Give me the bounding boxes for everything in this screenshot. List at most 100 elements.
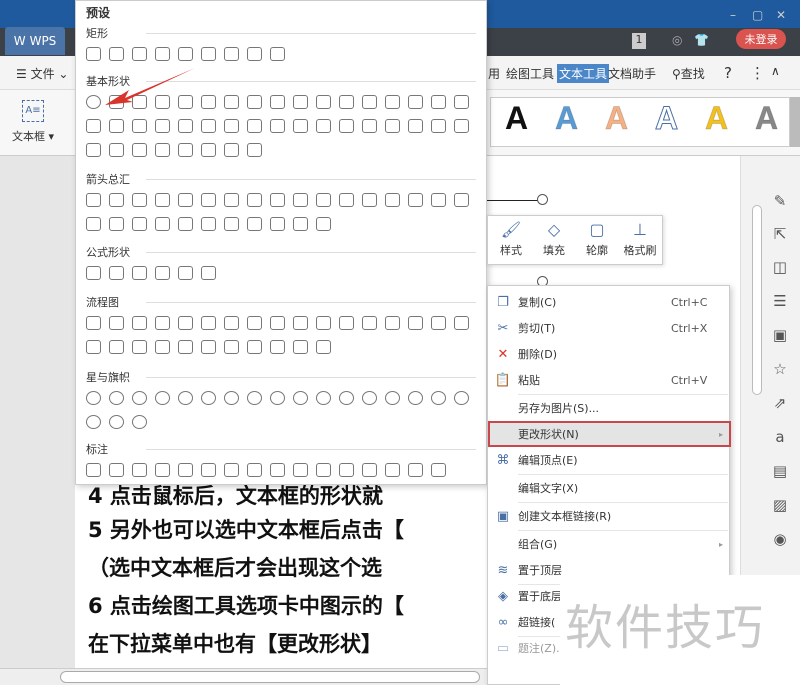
shape-option[interactable] [247, 193, 262, 207]
shirt-icon[interactable]: 👕 [694, 33, 709, 47]
shape-option[interactable] [132, 217, 147, 231]
shape-option[interactable] [408, 463, 423, 477]
shape-option[interactable] [109, 119, 124, 133]
shape-option[interactable] [86, 415, 101, 429]
shape-option[interactable] [247, 143, 262, 157]
shape-option[interactable] [454, 316, 469, 330]
shape-option[interactable] [132, 340, 147, 354]
tab-partial[interactable]: 用 [488, 65, 500, 82]
shape-option[interactable] [316, 463, 331, 477]
translate-icon[interactable]: a [770, 428, 790, 448]
text-style-preset[interactable]: A [704, 100, 728, 137]
context-menu-item[interactable]: ▣ 创建文本框链接(R) [488, 503, 731, 529]
shape-option[interactable] [155, 340, 170, 354]
shape-option[interactable] [339, 463, 354, 477]
format-painter-button[interactable]: ⊥ 格式刷 [619, 220, 661, 258]
image-icon[interactable]: ▣ [770, 326, 790, 346]
shape-option[interactable] [201, 193, 216, 207]
text-style-preset[interactable]: A [554, 100, 578, 137]
shape-option[interactable] [293, 340, 308, 354]
shape-option[interactable] [362, 316, 377, 330]
shape-option[interactable] [109, 266, 124, 280]
shape-option[interactable] [224, 391, 239, 405]
shape-option[interactable] [247, 119, 262, 133]
shape-option[interactable] [408, 119, 423, 133]
shape-option[interactable] [431, 316, 446, 330]
shape-option[interactable] [86, 316, 101, 330]
textbox-button[interactable]: 文本框 ▾ [12, 128, 54, 144]
share-icon[interactable]: ⇗ [770, 394, 790, 414]
shape-option[interactable] [270, 316, 285, 330]
shape-option[interactable] [155, 193, 170, 207]
shape-option[interactable] [224, 95, 239, 109]
gallery-scroll[interactable] [790, 97, 800, 147]
shape-option[interactable] [178, 391, 193, 405]
shape-option[interactable] [201, 143, 216, 157]
shape-option[interactable] [224, 193, 239, 207]
shape-option[interactable] [86, 340, 101, 354]
shape-option[interactable] [316, 193, 331, 207]
context-menu-item[interactable]: ✂ 剪切(T) Ctrl+X [488, 315, 731, 341]
shape-option[interactable] [132, 193, 147, 207]
shape-option[interactable] [408, 391, 423, 405]
file-menu[interactable]: ☰ 文件 ⌄ [16, 65, 68, 82]
shape-option[interactable] [178, 143, 193, 157]
shape-option[interactable] [201, 47, 216, 61]
tab-doc-assistant[interactable]: 文档助手 [608, 65, 656, 82]
shape-option[interactable] [293, 119, 308, 133]
close-button[interactable]: ✕ [776, 8, 786, 22]
shape-option[interactable] [293, 95, 308, 109]
context-menu-item[interactable]: 📋 粘贴 Ctrl+V [488, 367, 731, 393]
shape-option[interactable] [109, 47, 124, 61]
shape-option[interactable] [316, 391, 331, 405]
context-menu-item[interactable]: ✕ 删除(D) [488, 341, 731, 367]
shape-option[interactable] [109, 463, 124, 477]
shape-option[interactable] [431, 391, 446, 405]
brush-button[interactable]: 🖌 样式 [490, 220, 532, 258]
text-style-preset[interactable]: A [604, 100, 628, 137]
shape-option[interactable] [339, 119, 354, 133]
shape-option[interactable] [201, 217, 216, 231]
text-style-preset[interactable]: A [754, 100, 778, 137]
shape-option[interactable] [316, 119, 331, 133]
shape-option[interactable] [385, 95, 400, 109]
shape-option[interactable] [454, 391, 469, 405]
picture-icon[interactable]: ▨ [770, 496, 790, 516]
tab-drawing-tools[interactable]: 绘图工具 [506, 65, 554, 82]
more-button[interactable]: ⋮ [750, 64, 765, 82]
context-menu-item[interactable]: 更改形状(N) ▸ [488, 421, 731, 447]
shape-option[interactable] [339, 95, 354, 109]
skin-icon[interactable]: ◎ [672, 33, 682, 47]
shape-option[interactable] [316, 217, 331, 231]
shape-option[interactable] [86, 391, 101, 405]
shape-option[interactable] [224, 463, 239, 477]
shape-option[interactable] [86, 266, 101, 280]
shape-option[interactable] [155, 217, 170, 231]
shape-option[interactable] [109, 193, 124, 207]
shape-option[interactable] [86, 47, 101, 61]
shape-option[interactable] [224, 47, 239, 61]
tab-text-tools[interactable]: 文本工具 [557, 64, 610, 83]
shape-option[interactable] [224, 340, 239, 354]
shape-option[interactable] [247, 463, 262, 477]
shape-option[interactable] [385, 119, 400, 133]
shape-option[interactable] [201, 463, 216, 477]
shape-option[interactable] [454, 119, 469, 133]
shape-option[interactable] [178, 316, 193, 330]
shape-option[interactable] [270, 95, 285, 109]
shape-option[interactable] [408, 95, 423, 109]
wps-tab[interactable]: W WPS [5, 27, 65, 55]
shape-option[interactable] [178, 463, 193, 477]
shield-icon[interactable]: ◉ [770, 530, 790, 550]
shape-option[interactable] [155, 391, 170, 405]
search-button[interactable]: ⚲查找 [672, 65, 705, 82]
shape-option[interactable] [201, 266, 216, 280]
shape-option[interactable] [155, 47, 170, 61]
shape-option[interactable] [454, 95, 469, 109]
shape-option[interactable] [155, 463, 170, 477]
star-icon[interactable]: ☆ [770, 360, 790, 380]
shape-option[interactable] [178, 340, 193, 354]
shape-option[interactable] [224, 316, 239, 330]
shape-option[interactable] [385, 391, 400, 405]
context-menu-item[interactable]: ⌘ 编辑顶点(E) [488, 447, 731, 473]
